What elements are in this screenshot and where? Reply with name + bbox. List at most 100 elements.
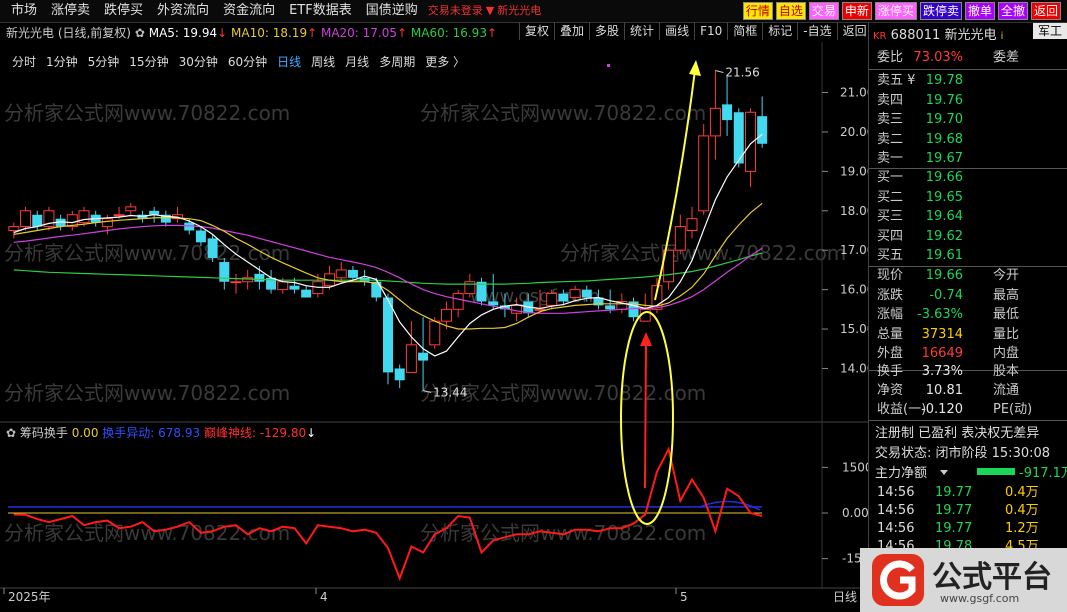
candle: [686, 206, 698, 239]
bid-row: 买三 19.64: [877, 209, 963, 224]
menu-item-repo[interactable]: 国债逆购: [359, 2, 425, 20]
top-menu: 市场 涨停卖 跌停买 外资流向 资金流向 ETF数据表 国债逆购 交易未登录 ▼…: [4, 2, 544, 20]
tick-row: 14:56 19.77 0.4万: [877, 485, 1039, 500]
info-icon[interactable]: i: [1001, 31, 1004, 42]
candle: [242, 269, 254, 290]
indicator-v3: 巅峰神线: -129.80: [203, 426, 307, 440]
candle-body: [605, 305, 616, 310]
candle: [43, 206, 55, 231]
stock-header: KR 688011 新光光电 i: [873, 24, 1003, 43]
cancel-order-button[interactable]: 撤单: [964, 2, 995, 20]
ma10-arrow-icon: ↑: [307, 26, 318, 40]
tool-back[interactable]: 返回: [836, 22, 872, 40]
cancel-all-button[interactable]: 全撤: [997, 2, 1028, 20]
candle: [452, 289, 464, 318]
trade-status: 交易状态: 闭市阶段 15:30:08: [875, 446, 1051, 461]
ma10-label: MA10: 18.19: [231, 26, 308, 40]
dropdown-caret-icon[interactable]: [939, 466, 949, 480]
candle-body: [488, 301, 499, 306]
menu-item-foreign-flow[interactable]: 外资流向: [150, 2, 216, 20]
ma5-arrow-icon: ↓: [217, 26, 228, 40]
trade-login-status[interactable]: 交易未登录: [425, 2, 486, 20]
stat-row: 净资 10.81 流通: [877, 383, 1020, 398]
tool-adjust[interactable]: 复权: [519, 22, 554, 40]
stat-row: 收益(一) -0.120 PE(动): [877, 402, 1033, 417]
date-label: 5: [680, 590, 688, 604]
menu-item-limit-down-buy[interactable]: 跌停买: [97, 2, 150, 20]
tool-simple[interactable]: 简框: [727, 22, 762, 40]
stat-row: 涨跌 -0.74 最高: [877, 287, 1020, 303]
date-axis-period: 日线: [833, 590, 857, 604]
menu-item-limit-up-sell[interactable]: 涨停卖: [44, 2, 97, 20]
platform-logo: 公式平台 www.gsgf.com: [860, 548, 1067, 612]
candle-body: [230, 281, 242, 284]
candle: [394, 364, 405, 389]
dropdown-caret-icon[interactable]: ▼: [486, 2, 494, 20]
candle: [219, 258, 230, 290]
stock-code: 688011: [890, 28, 941, 43]
stat-row: 总量 37314 量比: [877, 326, 1020, 342]
candle-body: [254, 273, 265, 282]
back-button[interactable]: 返回: [1030, 2, 1061, 20]
tool-remove-watch[interactable]: -自选: [797, 22, 836, 40]
stock-flags: 注册制 已盈利 表决权无差异: [875, 426, 1040, 441]
limit-up-buy-button[interactable]: 涨停买: [874, 2, 917, 20]
price-axis-label: 17.00: [840, 243, 868, 257]
kline-chart[interactable]: 分析家公式网www.70822.com 分析家公式网www.70822.com 分析…: [0, 42, 868, 612]
candle: [125, 202, 137, 215]
candle: [230, 273, 242, 294]
ma-legend: 新光光电 (日线,前复权) ✿ MA5: 19.94↓ MA10: 18.19↑…: [6, 24, 497, 41]
stock-name: 新光光电: [944, 28, 997, 43]
tool-draw[interactable]: 画线: [659, 22, 694, 40]
tool-f10[interactable]: F10: [694, 22, 727, 40]
stat-row: 涨幅 -3.63% 最低: [877, 307, 1020, 322]
price-axis-label: 16.00: [840, 283, 868, 297]
tool-stats[interactable]: 统计: [624, 22, 659, 40]
high-label: 21.56: [725, 65, 759, 79]
candle-body: [581, 289, 592, 298]
logo-url: www.gsgf.com: [940, 592, 1020, 605]
watchlist-button[interactable]: 自选: [775, 2, 806, 20]
menu-item-market[interactable]: 市场: [4, 2, 44, 20]
candle-body: [418, 352, 429, 361]
tool-mark[interactable]: 标记: [762, 22, 797, 40]
candle-body: [113, 214, 125, 217]
chart-toolbar: 复权 叠加 多股 统计 画线 F10 简框 标记 -自选 返回: [519, 22, 872, 40]
tool-overlay[interactable]: 叠加: [554, 22, 589, 40]
indicator-v2: 换手异动: 678.93: [102, 426, 201, 440]
candle-body: [394, 368, 405, 381]
red-arrow-head: [640, 332, 652, 346]
menu-item-fund-flow[interactable]: 资金流向: [216, 2, 282, 20]
candle-body: [686, 218, 698, 232]
candle: [207, 234, 218, 263]
gear-icon[interactable]: ✿: [135, 26, 145, 40]
candle: [335, 262, 347, 282]
trade-button[interactable]: 交易: [808, 2, 839, 20]
tool-multi-stock[interactable]: 多股: [589, 22, 624, 40]
ipo-button[interactable]: 申新: [841, 2, 872, 20]
stat-row: 现价 19.66 今开: [877, 268, 1020, 283]
ask-row: 卖一 19.67: [877, 151, 963, 166]
candle-body: [429, 320, 441, 346]
watermark-text: 分析家公式网www.70822.com: [420, 101, 706, 125]
gear-icon[interactable]: ✿: [6, 426, 16, 440]
candle-body: [207, 238, 218, 259]
kr-tag: KR: [873, 31, 887, 42]
candle: [8, 222, 20, 239]
stat-row: 外盘 16649 内盘: [877, 346, 1020, 361]
high-pointer: [715, 69, 724, 73]
quote-button[interactable]: 行情: [742, 2, 773, 20]
candle: [266, 269, 277, 294]
candle: [66, 210, 78, 231]
candle-body: [452, 293, 464, 310]
menu-item-etf-table[interactable]: ETF数据表: [282, 2, 359, 20]
sector-tag[interactable]: 军工: [1033, 23, 1067, 39]
date-label: 4: [320, 590, 328, 604]
quote-panel: KR 688011 新光光电 i 军工 委比 73.03% 委差 卖五 ¥19.…: [868, 22, 1067, 612]
limit-down-sell-button[interactable]: 跌停卖: [919, 2, 962, 20]
indicator-name: 筹码换手: [19, 426, 68, 440]
net-flow-label: 主力净额: [875, 466, 928, 481]
stat-row: 换手 3.73% 股本: [877, 364, 1020, 379]
candle-body: [383, 297, 393, 373]
net-flow-bar: [977, 468, 1015, 475]
